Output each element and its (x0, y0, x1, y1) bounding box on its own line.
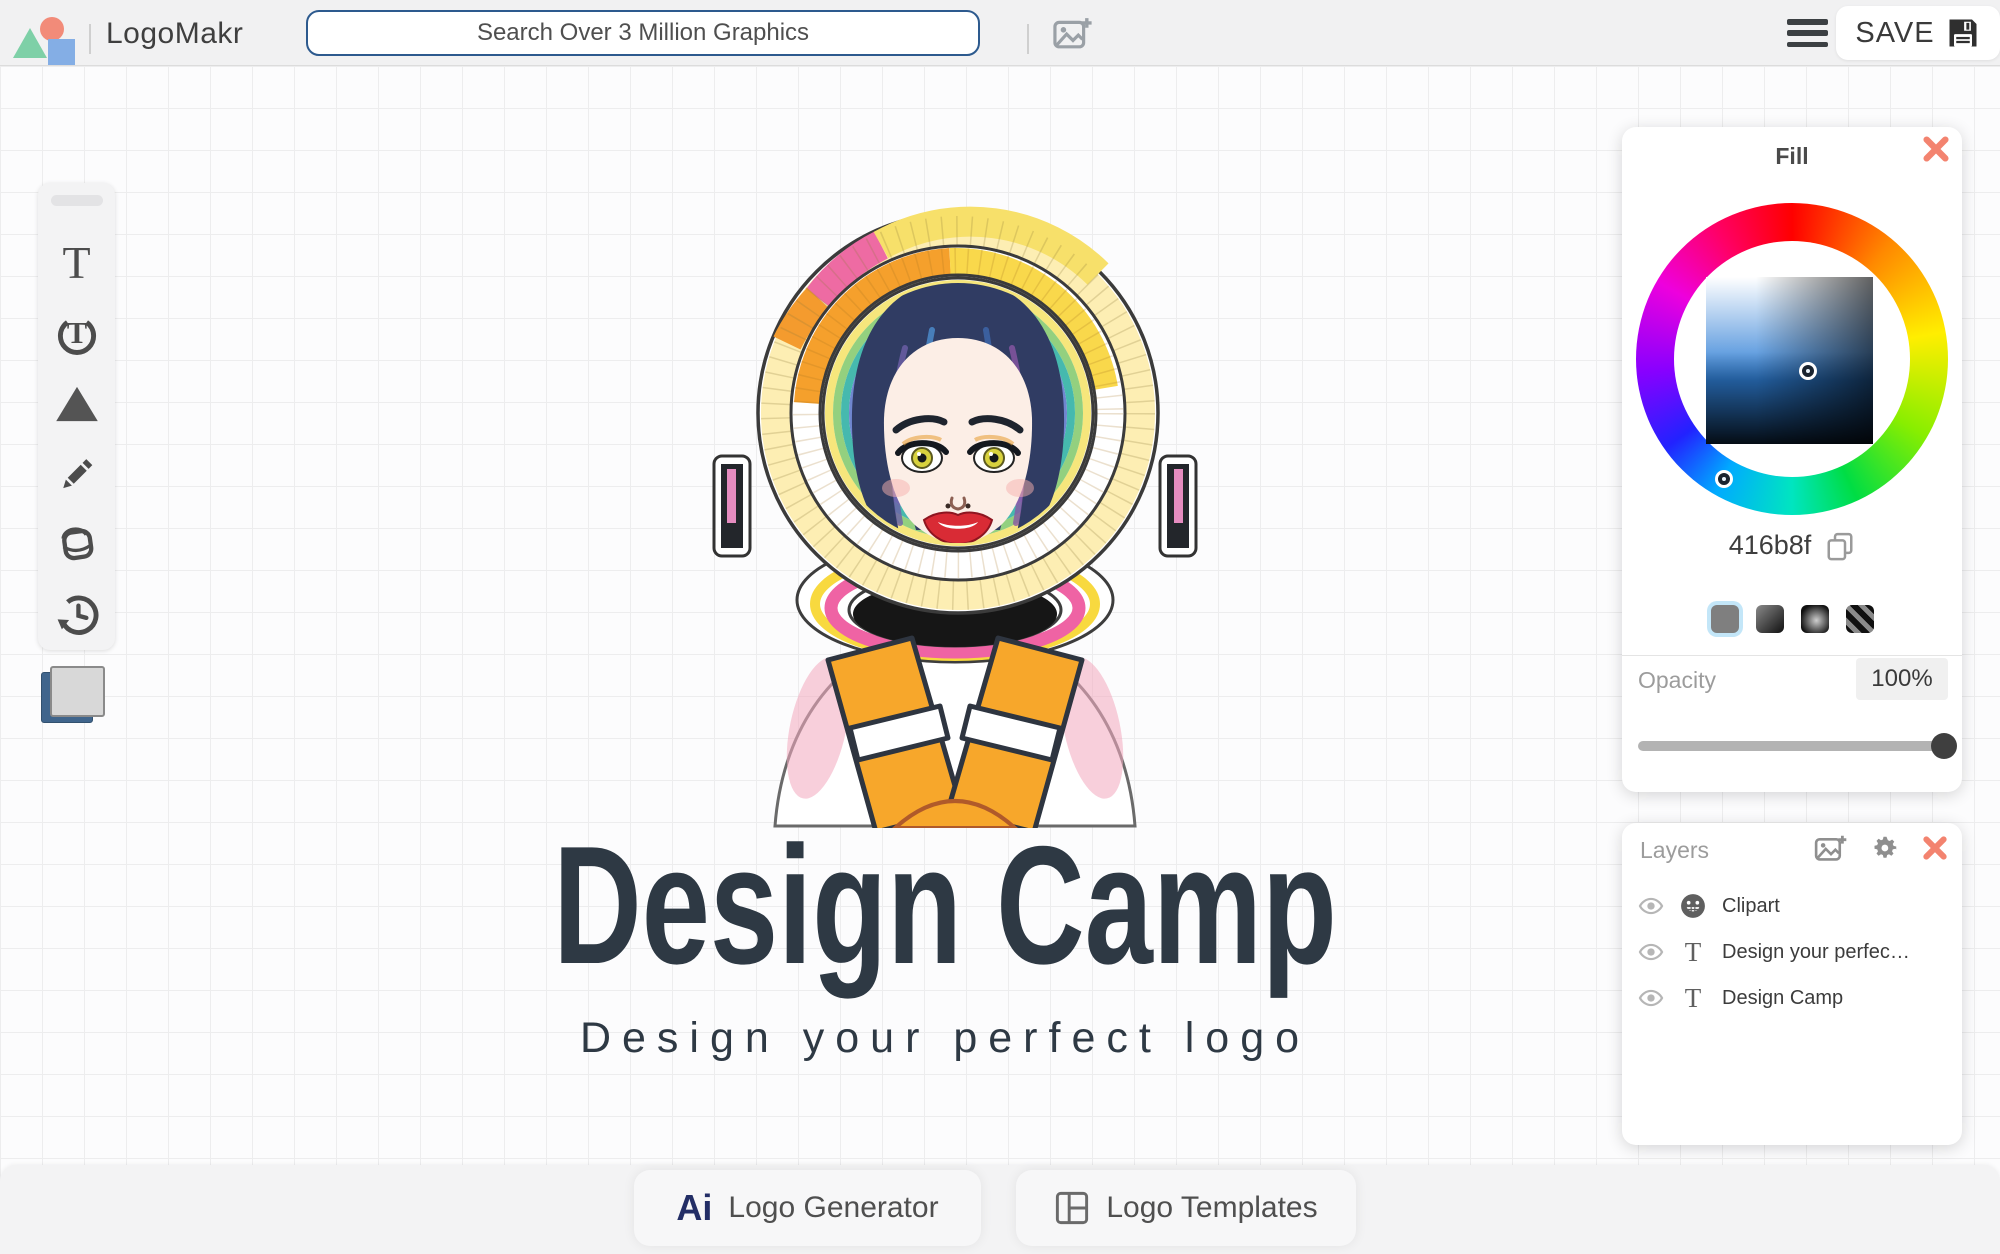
menu-icon (1787, 19, 1828, 25)
logo-templates-button[interactable]: Logo Templates (1016, 1170, 1356, 1246)
layer-label: Clipart (1722, 894, 1780, 917)
save-button[interactable]: SAVE (1836, 6, 2000, 60)
fill-color-chip[interactable] (50, 666, 105, 717)
opacity-label: Opacity (1638, 667, 1716, 693)
menu-button[interactable] (1787, 19, 1828, 47)
divider (1622, 655, 1962, 656)
save-label: SAVE (1855, 16, 1935, 49)
helmet-earpod-right (1158, 454, 1198, 558)
hex-value[interactable]: 416b8f (1729, 530, 1812, 561)
save-icon (1949, 19, 1977, 47)
search-input[interactable] (306, 10, 980, 56)
svg-text:T: T (66, 316, 86, 350)
logomakr-logo-icon[interactable] (13, 17, 77, 66)
layer-label: Design your perfec… (1722, 940, 1910, 963)
templates-icon (1056, 1191, 1089, 1225)
logo-square-icon (48, 39, 75, 65)
layer-row-clipart[interactable]: Clipart (1622, 883, 1962, 929)
divider (89, 24, 91, 54)
eraser-tool-button[interactable] (38, 509, 115, 579)
history-icon (57, 595, 98, 635)
logo-templates-label: Logo Templates (1106, 1191, 1318, 1224)
eye-icon[interactable] (1638, 897, 1664, 915)
canvas-logo-subtitle[interactable]: Design your perfect logo (370, 1014, 1520, 1063)
linear-gradient-swatch[interactable] (1755, 605, 1784, 633)
saturation-square[interactable] (1706, 277, 1873, 444)
clipart-layer-icon (1681, 894, 1705, 918)
color-chips (41, 666, 107, 724)
eye-icon[interactable] (1638, 943, 1664, 961)
gear-icon[interactable] (1870, 833, 1900, 863)
astronaut-clipart[interactable] (700, 168, 1210, 828)
hex-row: 416b8f (1622, 530, 1962, 561)
solid-fill-swatch[interactable] (1710, 605, 1739, 633)
logomakr-app: Design Camp Design your perfect logo Log… (0, 0, 2000, 1254)
palette-drag-handle[interactable] (50, 195, 103, 206)
eraser-icon (60, 527, 93, 561)
pencil-icon (62, 459, 92, 489)
layer-list: Clipart T Design your perfec… T Design C… (1622, 883, 1962, 1021)
opacity-value[interactable]: 100% (1856, 658, 1948, 700)
top-bar: LogoMakr SAVE (0, 0, 2000, 66)
layers-panel-title: Layers (1640, 837, 1710, 863)
fill-style-row (1622, 605, 1962, 633)
divider (1027, 24, 1029, 54)
layers-panel: Layers Clipart T Design your perfec… T D… (1622, 823, 1962, 1145)
logo-generator-button[interactable]: Ai Logo Generator (634, 1170, 981, 1246)
tool-palette: T T (38, 183, 115, 650)
bottom-bar: Ai Logo Generator Logo Templates (0, 1165, 2000, 1254)
draw-tool-button[interactable] (38, 439, 115, 509)
triangle-icon (55, 386, 98, 421)
add-image-icon[interactable] (1814, 834, 1848, 862)
opacity-handle[interactable] (1931, 733, 1957, 759)
add-image-icon (1053, 18, 1092, 49)
text-tool-button[interactable]: T (38, 228, 115, 298)
close-icon[interactable] (1922, 835, 1948, 861)
layers-panel-actions (1814, 833, 1948, 863)
hue-marker[interactable] (1718, 473, 1730, 485)
copy-icon[interactable] (1825, 531, 1855, 561)
logo-generator-label: Logo Generator (728, 1191, 939, 1224)
saturation-marker[interactable] (1802, 365, 1814, 377)
text-layer-icon: T (1684, 982, 1702, 1013)
radial-gradient-swatch[interactable] (1800, 605, 1829, 633)
layer-label: Design Camp (1722, 986, 1844, 1009)
shapes-tool-button[interactable] (38, 368, 115, 438)
ai-icon: Ai (676, 1187, 713, 1228)
brand-name[interactable]: LogoMakr (106, 17, 243, 51)
curved-text-tool-button[interactable]: T (38, 298, 115, 368)
canvas-logo-title[interactable]: Design Camp (525, 821, 1365, 989)
history-tool-button[interactable] (38, 580, 115, 650)
layer-row-subtitle-text[interactable]: T Design your perfec… (1622, 929, 1962, 975)
fill-panel: Fill 416b8f Opacity 100% (1622, 127, 1962, 792)
helmet-earpod-left (712, 454, 752, 558)
text-layer-icon: T (1684, 936, 1702, 967)
logo-circle-icon (40, 17, 64, 41)
upload-image-button[interactable] (1052, 16, 1094, 50)
opacity-slider[interactable] (1638, 733, 1957, 759)
eye-icon[interactable] (1638, 989, 1664, 1007)
brand-text: LogoMakr (106, 17, 244, 50)
layer-row-title-text[interactable]: T Design Camp (1622, 975, 1962, 1021)
text-tool-icon: T (62, 236, 91, 288)
pattern-fill-swatch[interactable] (1845, 605, 1874, 633)
opacity-track (1638, 741, 1946, 751)
curved-text-icon: T (57, 316, 96, 356)
fill-panel-title: Fill (1775, 143, 1809, 169)
